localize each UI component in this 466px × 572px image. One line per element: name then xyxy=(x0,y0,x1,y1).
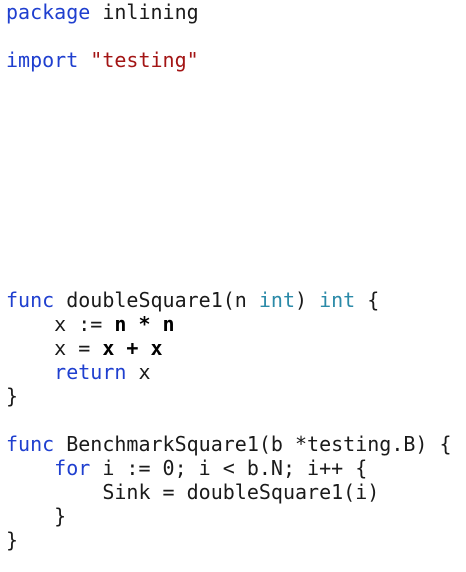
func-doublesquare-signature: func doubleSquare1(n int) int { xyxy=(6,288,379,312)
code-text: i := 0; i < b.N; i++ { xyxy=(90,456,368,480)
highlighted-operand: x xyxy=(150,336,163,360)
import-path: "testing" xyxy=(90,48,199,72)
code-line-for: for i := 0; i < b.N; i++ { xyxy=(6,456,367,480)
closing-brace: } xyxy=(6,384,19,408)
highlighted-operand: x xyxy=(102,336,115,360)
package-line: package inlining xyxy=(6,0,199,24)
highlighted-operator: * xyxy=(126,312,163,336)
highlighted-operator: + xyxy=(114,336,151,360)
return-keyword: return xyxy=(54,360,127,384)
func-benchmark-signature: func BenchmarkSquare1(b *testing.B) { xyxy=(6,432,452,456)
package-name: inlining xyxy=(90,0,199,24)
func-keyword: func xyxy=(6,288,55,312)
code-text: x := xyxy=(6,312,115,336)
param-type: int xyxy=(258,288,295,312)
import-line: import "testing" xyxy=(6,48,199,72)
func-signature-part: doubleSquare1(n xyxy=(54,288,259,312)
code-line-assign-mul: x := n * n xyxy=(6,312,175,336)
code-text: x = xyxy=(6,336,103,360)
code-text: x xyxy=(126,360,151,384)
import-keyword: import xyxy=(6,48,79,72)
package-keyword: package xyxy=(6,0,91,24)
return-type: int xyxy=(319,288,356,312)
closing-brace: } xyxy=(6,528,19,552)
code-line-assign-add: x = x + x xyxy=(6,336,163,360)
closing-brace: } xyxy=(6,504,67,528)
func-signature-part: BenchmarkSquare1(b *testing.B) { xyxy=(54,432,452,456)
code-line-return: return x xyxy=(6,360,151,384)
func-signature-part: ) xyxy=(295,288,320,312)
func-signature-part: { xyxy=(355,288,380,312)
highlighted-operand: n xyxy=(114,312,127,336)
func-keyword: func xyxy=(6,432,55,456)
for-keyword: for xyxy=(54,456,91,480)
highlighted-operand: n xyxy=(162,312,175,336)
code-line-sink: Sink = doubleSquare1(i) xyxy=(6,480,380,504)
